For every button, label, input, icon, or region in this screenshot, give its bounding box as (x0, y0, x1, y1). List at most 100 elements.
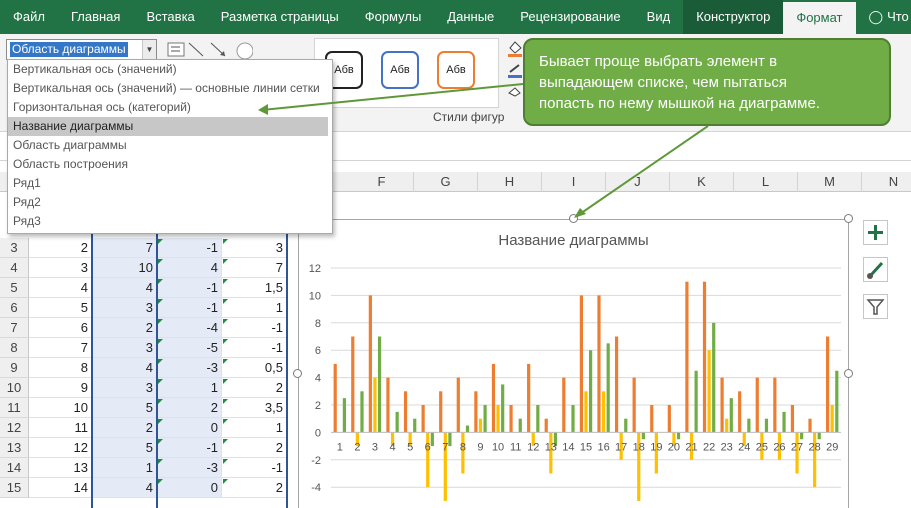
bar-series-3[interactable] (536, 405, 540, 433)
column-header-f[interactable]: F (350, 172, 414, 192)
tab-format[interactable]: Формат (783, 2, 856, 34)
error-indicator-icon[interactable] (158, 379, 163, 384)
row-header[interactable]: 3 (0, 238, 29, 258)
dropdown-item-vertical-axis-gridlines[interactable]: Вертикальная ось (значений) — основные л… (8, 79, 332, 98)
dropdown-item-chart-area[interactable]: Область диаграммы (8, 136, 332, 155)
error-indicator-icon[interactable] (158, 279, 163, 284)
table-cell[interactable]: 12 (29, 438, 92, 458)
chart-filters-button[interactable] (863, 294, 888, 319)
error-indicator-icon[interactable] (158, 399, 163, 404)
row-header[interactable]: 5 (0, 278, 29, 298)
table-cell[interactable]: 2 (29, 238, 92, 258)
error-indicator-icon[interactable] (223, 339, 228, 344)
table-cell[interactable]: 1 (222, 298, 287, 318)
table-cell[interactable]: -1 (222, 338, 287, 358)
table-cell[interactable]: -1 (157, 298, 222, 318)
error-indicator-icon[interactable] (158, 359, 163, 364)
bar-series-1[interactable] (755, 377, 759, 433)
table-cell[interactable]: -3 (157, 458, 222, 478)
bar-series-1[interactable] (439, 391, 443, 433)
table-cell[interactable]: 2 (222, 438, 287, 458)
bar-series-2[interactable] (373, 377, 377, 433)
row-header[interactable]: 7 (0, 318, 29, 338)
table-cell[interactable]: 3 (29, 258, 92, 278)
bar-series-3[interactable] (712, 322, 716, 433)
tab-insert[interactable]: Вставка (133, 0, 207, 34)
bar-series-2[interactable] (725, 418, 729, 433)
bar-series-3[interactable] (395, 411, 399, 433)
tab-view[interactable]: Вид (634, 0, 684, 34)
error-indicator-icon[interactable] (223, 439, 228, 444)
column-header-h[interactable]: H (478, 172, 542, 192)
table-cell[interactable]: 4 (157, 258, 222, 278)
bar-series-3[interactable] (641, 432, 645, 440)
bar-series-3[interactable] (589, 350, 593, 433)
table-cell[interactable]: 3 (92, 298, 157, 318)
table-cell[interactable]: 2 (157, 398, 222, 418)
table-cell[interactable]: 7 (29, 338, 92, 358)
bar-series-1[interactable] (491, 363, 496, 433)
tab-home[interactable]: Главная (58, 0, 133, 34)
bar-series-1[interactable] (368, 295, 372, 433)
table-cell[interactable]: 5 (92, 438, 157, 458)
bar-series-3[interactable] (800, 432, 804, 440)
bar-series-3[interactable] (817, 432, 821, 440)
bar-series-3[interactable] (377, 336, 382, 433)
bar-series-1[interactable] (403, 391, 408, 433)
bar-series-3[interactable] (465, 425, 470, 433)
table-cell[interactable]: 10 (92, 258, 157, 278)
bar-series-1[interactable] (685, 281, 689, 433)
bar-series-1[interactable] (720, 377, 724, 433)
table-cell[interactable]: -1 (222, 458, 287, 478)
bar-series-3[interactable] (342, 398, 346, 433)
error-indicator-icon[interactable] (223, 319, 228, 324)
table-cell[interactable]: 4 (92, 478, 157, 498)
bar-series-3[interactable] (606, 343, 610, 433)
dropdown-item-series-2[interactable]: Ряд2 (8, 193, 332, 212)
bar-series-1[interactable] (808, 418, 812, 433)
table-cell[interactable]: 4 (92, 278, 157, 298)
row-header[interactable]: 8 (0, 338, 29, 358)
table-cell[interactable]: -1 (157, 438, 222, 458)
table-cell[interactable]: 11 (29, 418, 92, 438)
error-indicator-icon[interactable] (223, 479, 228, 484)
table-cell[interactable]: 9 (29, 378, 92, 398)
bar-series-2[interactable] (830, 405, 834, 433)
error-indicator-icon[interactable] (158, 459, 163, 464)
resize-handle-right[interactable] (844, 369, 853, 378)
chart-element-selector[interactable]: Область диаграммы ▼ (6, 39, 157, 60)
chevron-down-icon[interactable]: ▼ (142, 40, 156, 59)
error-indicator-icon[interactable] (158, 339, 163, 344)
error-indicator-icon[interactable] (223, 279, 228, 284)
bar-series-3[interactable] (782, 411, 786, 433)
bar-series-1[interactable] (421, 405, 425, 433)
table-cell[interactable]: 6 (29, 318, 92, 338)
column-header-g[interactable]: G (414, 172, 478, 192)
table-cell[interactable]: 2 (92, 318, 157, 338)
shape-fill-icon[interactable] (506, 38, 524, 100)
dropdown-item-horizontal-axis[interactable]: Горизонтальная ось (категорий) (8, 98, 332, 117)
table-cell[interactable]: -1 (222, 318, 287, 338)
table-cell[interactable]: 1 (222, 418, 287, 438)
bar-series-3[interactable] (413, 418, 417, 433)
bar-series-3[interactable] (360, 391, 364, 433)
error-indicator-icon[interactable] (223, 239, 228, 244)
chart-elements-button[interactable] (863, 220, 888, 245)
bar-series-3[interactable] (571, 405, 575, 433)
bar-series-3[interactable] (448, 432, 452, 447)
dropdown-item-series-3[interactable]: Ряд3 (8, 212, 332, 231)
chart-area[interactable]: Название диаграммы 12 10 8 6 4 2 0 -2 -4 1 2 3 4 5 6 7 8… (298, 219, 849, 508)
table-cell[interactable]: 8 (29, 358, 92, 378)
bar-series-2[interactable] (496, 405, 500, 433)
bar-series-1[interactable] (826, 336, 830, 433)
column-header-n[interactable]: N (862, 172, 911, 192)
bar-series-1[interactable] (527, 363, 531, 433)
shape-style-orange[interactable]: Абв (437, 51, 475, 89)
dropdown-item-vertical-axis[interactable]: Вертикальная ось (значений) (8, 60, 332, 79)
bar-series-2[interactable] (601, 391, 606, 433)
table-cell[interactable]: 3 (92, 378, 157, 398)
row-header[interactable]: 6 (0, 298, 29, 318)
table-cell[interactable]: 2 (222, 378, 287, 398)
bar-series-1[interactable] (544, 418, 548, 433)
table-cell[interactable]: 1,5 (222, 278, 287, 298)
